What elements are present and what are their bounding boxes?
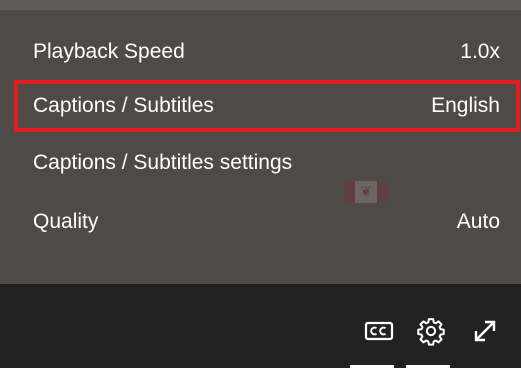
- menu-item-label: Captions / Subtitles settings: [33, 151, 293, 174]
- menu-item-value: English: [431, 94, 500, 117]
- control-bar: [0, 284, 521, 368]
- gear-icon: [416, 316, 446, 346]
- video-player: ❦ Playback Speed 1.0x Captions / Subtitl…: [0, 0, 521, 368]
- settings-menu: Playback Speed 1.0x Captions / Subtitles…: [0, 10, 521, 284]
- closed-captions-icon: [364, 320, 394, 342]
- fullscreen-icon: [470, 316, 500, 346]
- closed-captions-button[interactable]: [362, 314, 396, 348]
- menu-item-captions-subtitles[interactable]: Captions / Subtitles English: [14, 80, 520, 132]
- settings-button[interactable]: [414, 314, 448, 348]
- menu-item-playback-speed[interactable]: Playback Speed 1.0x: [14, 26, 520, 78]
- menu-item-label: Playback Speed: [33, 40, 185, 63]
- menu-item-value: 1.0x: [460, 40, 500, 63]
- menu-item-value: Auto: [456, 210, 500, 233]
- menu-item-label: Captions / Subtitles: [33, 94, 214, 117]
- fullscreen-button[interactable]: [468, 314, 502, 348]
- menu-item-quality[interactable]: Quality Auto: [14, 196, 520, 248]
- menu-item-captions-subtitles-settings[interactable]: Captions / Subtitles settings: [14, 137, 520, 189]
- menu-item-label: Quality: [33, 210, 99, 233]
